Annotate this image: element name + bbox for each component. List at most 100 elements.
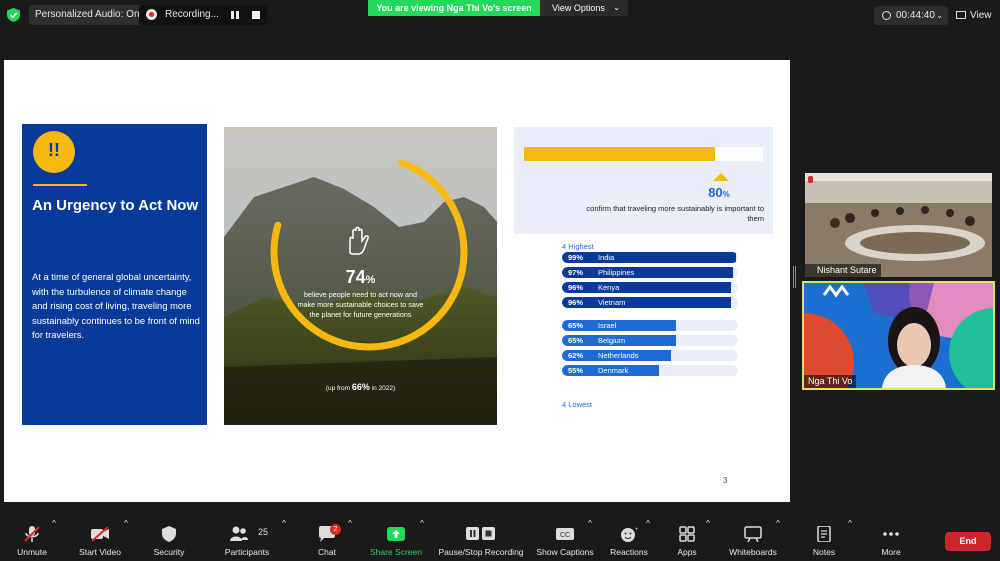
whiteboards-button[interactable]: Whiteboards (724, 518, 782, 561)
urgency-title: An Urgency to Act Now (32, 197, 199, 214)
apps-options-caret[interactable]: ^ (706, 518, 710, 561)
notes-icon (817, 526, 831, 542)
start-video-label: Start Video (79, 547, 121, 557)
viewing-screen-banner: You are viewing Nga Thi Vo's screen (368, 0, 540, 16)
participant-video-tile[interactable]: Nishant Sutare (805, 173, 992, 277)
highest-country: Philippines (598, 268, 635, 277)
unmute-options-caret[interactable]: ^ (52, 518, 56, 561)
pause-stop-recording-button[interactable]: Pause/Stop Recording (436, 518, 526, 561)
shield-icon (162, 526, 176, 542)
apps-icon (679, 526, 695, 542)
lowest-country: Netherlands (598, 351, 639, 360)
participant-name: Nga Thi Vo (804, 375, 857, 388)
share-screen-button[interactable]: Share Screen (368, 518, 424, 561)
lowest-country: Belgium (598, 336, 626, 345)
pause-icon-bar-left (231, 11, 234, 19)
muted-mic-icon (24, 526, 40, 542)
shared-screen-slide: !! An Urgency to Act Now At a time of ge… (4, 60, 790, 502)
security-button[interactable]: Security (148, 518, 190, 561)
confirm-progress-bar (524, 147, 763, 161)
participant-name: Nishant Sutare (805, 264, 881, 277)
lowest-country: Israel (598, 321, 617, 330)
stat-74-block: 74% believe people need to act now and m… (224, 267, 497, 320)
chat-label: Chat (318, 547, 336, 557)
start-video-button[interactable]: Start Video (76, 518, 124, 561)
lowest-label: 4 Lowest (562, 400, 593, 409)
highest-bar-fill (562, 252, 737, 263)
speaker-video (804, 283, 993, 388)
highest-row: 96% Vietnam (562, 297, 738, 308)
zoom-meeting-window: Personalized Audio: On Recording... You … (0, 0, 1000, 561)
pointer-triangle (713, 173, 729, 181)
confirm-stat-panel: 80% confirm that traveling more sustaina… (514, 127, 773, 234)
highest-bar-fill (562, 297, 731, 308)
view-label: View (970, 10, 992, 21)
notes-label: Notes (812, 547, 836, 557)
muted-mic-icon (808, 176, 813, 183)
end-meeting-button[interactable]: End (945, 532, 991, 551)
highest-bar-fill (562, 282, 731, 293)
apps-button[interactable]: Apps (668, 518, 706, 561)
panel-resize-handle[interactable] (793, 266, 796, 288)
highest-country: India (598, 253, 615, 262)
meeting-timer[interactable]: 00:44:40 ⌄ (874, 6, 948, 25)
show-captions-button[interactable]: CC Show Captions (534, 518, 596, 561)
apps-label: Apps (677, 547, 697, 557)
lowest-pct: 65% (568, 336, 584, 345)
highest-country: Kenya (598, 283, 620, 292)
reactions-options-caret[interactable]: ^ (646, 518, 650, 561)
personalized-audio-button[interactable]: Personalized Audio: On (29, 5, 146, 25)
stat-74-value: 74% (345, 267, 376, 287)
lowest-row: 55% Denmark (562, 365, 738, 376)
chat-button[interactable]: 2 Chat (307, 518, 347, 561)
captions-options-caret[interactable]: ^ (588, 518, 592, 561)
confirm-text: confirm that traveling more sustainably … (586, 204, 764, 223)
conference-room-video (805, 173, 992, 277)
view-options-dropdown[interactable]: View Options ⌄ (540, 0, 628, 16)
active-speaker-video-tile[interactable]: Nga Thi Vo (802, 281, 995, 390)
chevron-down-icon: ⌄ (613, 3, 620, 12)
country-ranking-panel: 4 Highest 4 Lowest 99% India 97% Philippine… (514, 238, 773, 426)
highest-pct: 97% (568, 268, 584, 277)
highest-bar-fill (562, 267, 733, 278)
participants-icon (230, 526, 248, 541)
video-options-caret[interactable]: ^ (124, 518, 128, 561)
highest-pct: 99% (568, 253, 584, 262)
view-button[interactable]: View (956, 6, 992, 25)
lowest-row: 65% Israel (562, 320, 738, 331)
highest-pct: 96% (568, 283, 584, 292)
recording-icon (146, 9, 157, 20)
whiteboards-options-caret[interactable]: ^ (776, 518, 780, 561)
participants-button[interactable]: 25 Participants (220, 518, 274, 561)
more-button[interactable]: More (872, 518, 910, 561)
notes-button[interactable]: Notes (806, 518, 842, 561)
unmute-button[interactable]: Unmute (10, 518, 54, 561)
svg-text:+: + (635, 527, 638, 533)
share-screen-options-caret[interactable]: ^ (420, 518, 424, 561)
chat-options-caret[interactable]: ^ (348, 518, 352, 561)
pause-recording-button[interactable] (228, 5, 242, 25)
whiteboard-icon (744, 526, 762, 542)
view-options-label: View Options (552, 3, 605, 13)
lowest-row: 62% Netherlands (562, 350, 738, 361)
smiley-icon: + (621, 527, 638, 542)
highest-label: 4 Highest (562, 242, 594, 251)
show-captions-label: Show Captions (536, 547, 594, 557)
notes-options-caret[interactable]: ^ (848, 518, 852, 561)
security-shield-icon[interactable] (7, 8, 20, 22)
timer-value: 00:44:40 (896, 10, 935, 21)
highest-row: 97% Philippines (562, 267, 738, 278)
participants-count: 25 (258, 527, 269, 537)
chevron-down-icon: ⌄ (936, 11, 943, 20)
more-label: More (881, 547, 901, 557)
participants-options-caret[interactable]: ^ (282, 518, 286, 561)
share-screen-label: Share Screen (370, 547, 422, 557)
pause-stop-icons (466, 527, 495, 540)
stop-recording-button[interactable] (252, 11, 260, 19)
lowest-pct: 55% (568, 366, 584, 375)
lowest-pct: 62% (568, 351, 584, 360)
up-from-note: (up from 66% in 2022) (325, 382, 396, 392)
urgency-panel: !! An Urgency to Act Now At a time of ge… (22, 124, 207, 425)
highest-row: 99% India (562, 252, 738, 263)
lowest-country: Denmark (598, 366, 629, 375)
